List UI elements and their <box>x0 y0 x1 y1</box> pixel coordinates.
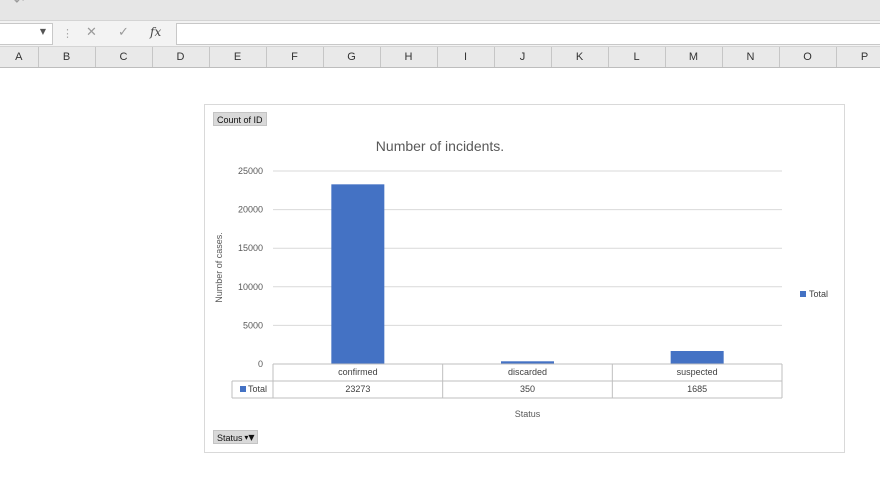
values-field-button[interactable]: Count of ID <box>213 112 267 126</box>
column-header-a[interactable]: A <box>0 47 39 67</box>
grip-icon: ⋮ <box>62 28 73 40</box>
chevron-down-icon[interactable]: ▼ <box>40 27 46 36</box>
function-icon[interactable]: fx <box>150 25 161 39</box>
column-header-d[interactable]: D <box>153 47 210 67</box>
formula-bar: ▼ ⋮ ✕ ✓ fx <box>0 21 880 47</box>
column-header-m[interactable]: M <box>666 47 723 67</box>
column-header-l[interactable]: L <box>609 47 666 67</box>
column-header-g[interactable]: G <box>324 47 381 67</box>
status-filter-button[interactable]: Status ▾▼ <box>213 430 258 444</box>
chart-title: Number of incidents. <box>375 138 505 154</box>
filter-icon: ▾▼ <box>244 433 255 442</box>
ribbon-strip: ↶ <box>0 0 880 21</box>
status-filter-label: Status <box>217 433 243 443</box>
close-icon[interactable]: ✕ <box>86 25 97 40</box>
column-header-n[interactable]: N <box>723 47 780 67</box>
formula-input[interactable] <box>176 23 880 45</box>
column-headers: ABCDEFGHIJKLMNOP <box>0 47 880 68</box>
column-header-o[interactable]: O <box>780 47 837 67</box>
pivot-chart[interactable] <box>204 104 845 453</box>
column-header-i[interactable]: I <box>438 47 495 67</box>
name-box[interactable]: ▼ <box>0 23 53 45</box>
column-header-c[interactable]: C <box>96 47 153 67</box>
check-icon[interactable]: ✓ <box>118 25 129 40</box>
column-header-p[interactable]: P <box>837 47 880 67</box>
column-header-k[interactable]: K <box>552 47 609 67</box>
column-header-f[interactable]: F <box>267 47 324 67</box>
column-header-e[interactable]: E <box>210 47 267 67</box>
column-header-h[interactable]: H <box>381 47 438 67</box>
column-header-b[interactable]: B <box>39 47 96 67</box>
undo-icon[interactable]: ↶ <box>14 0 24 8</box>
column-header-j[interactable]: J <box>495 47 552 67</box>
